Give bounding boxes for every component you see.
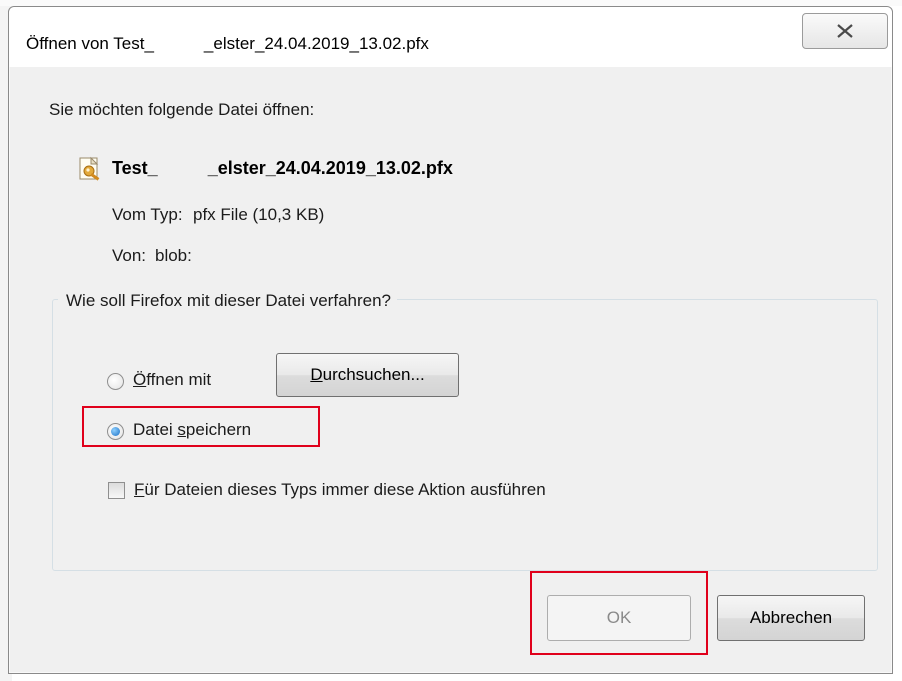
close-button[interactable]	[802, 13, 888, 49]
browse-button[interactable]: Durchsuchen...	[276, 353, 459, 397]
open-with-label[interactable]: Öffnen mit	[133, 370, 211, 390]
close-x-icon	[837, 24, 853, 38]
download-dialog: Öffnen von Test_ _elster_24.04.2019_13.02…	[8, 6, 893, 674]
cancel-button[interactable]: Abbrechen	[717, 595, 865, 641]
file-source-value: blob:	[155, 246, 192, 265]
always-do-this-checkbox[interactable]	[108, 482, 125, 499]
always-do-this-label[interactable]: Für Dateien dieses Typs immer diese Akti…	[134, 480, 546, 500]
ok-highlight	[530, 571, 708, 655]
title-bar[interactable]: Öffnen von Test_ _elster_24.04.2019_13.02…	[9, 7, 892, 67]
save-file-highlight	[82, 406, 320, 447]
action-group-legend: Wie soll Firefox mit dieser Datei verfah…	[58, 291, 398, 311]
pfx-certificate-file-icon	[77, 156, 103, 182]
open-prompt: Sie möchten folgende Datei öffnen:	[49, 100, 315, 119]
file-name: Test_ _elster_24.04.2019_13.02.pfx	[112, 158, 453, 178]
open-with-radio[interactable]	[107, 373, 124, 390]
window-title: Öffnen von Test_ _elster_24.04.2019_13.02…	[26, 34, 429, 53]
file-type-label: Vom Typ:	[112, 205, 183, 224]
file-type-value: pfx File (10,3 KB)	[193, 205, 325, 224]
file-source-label: Von:	[112, 246, 147, 265]
